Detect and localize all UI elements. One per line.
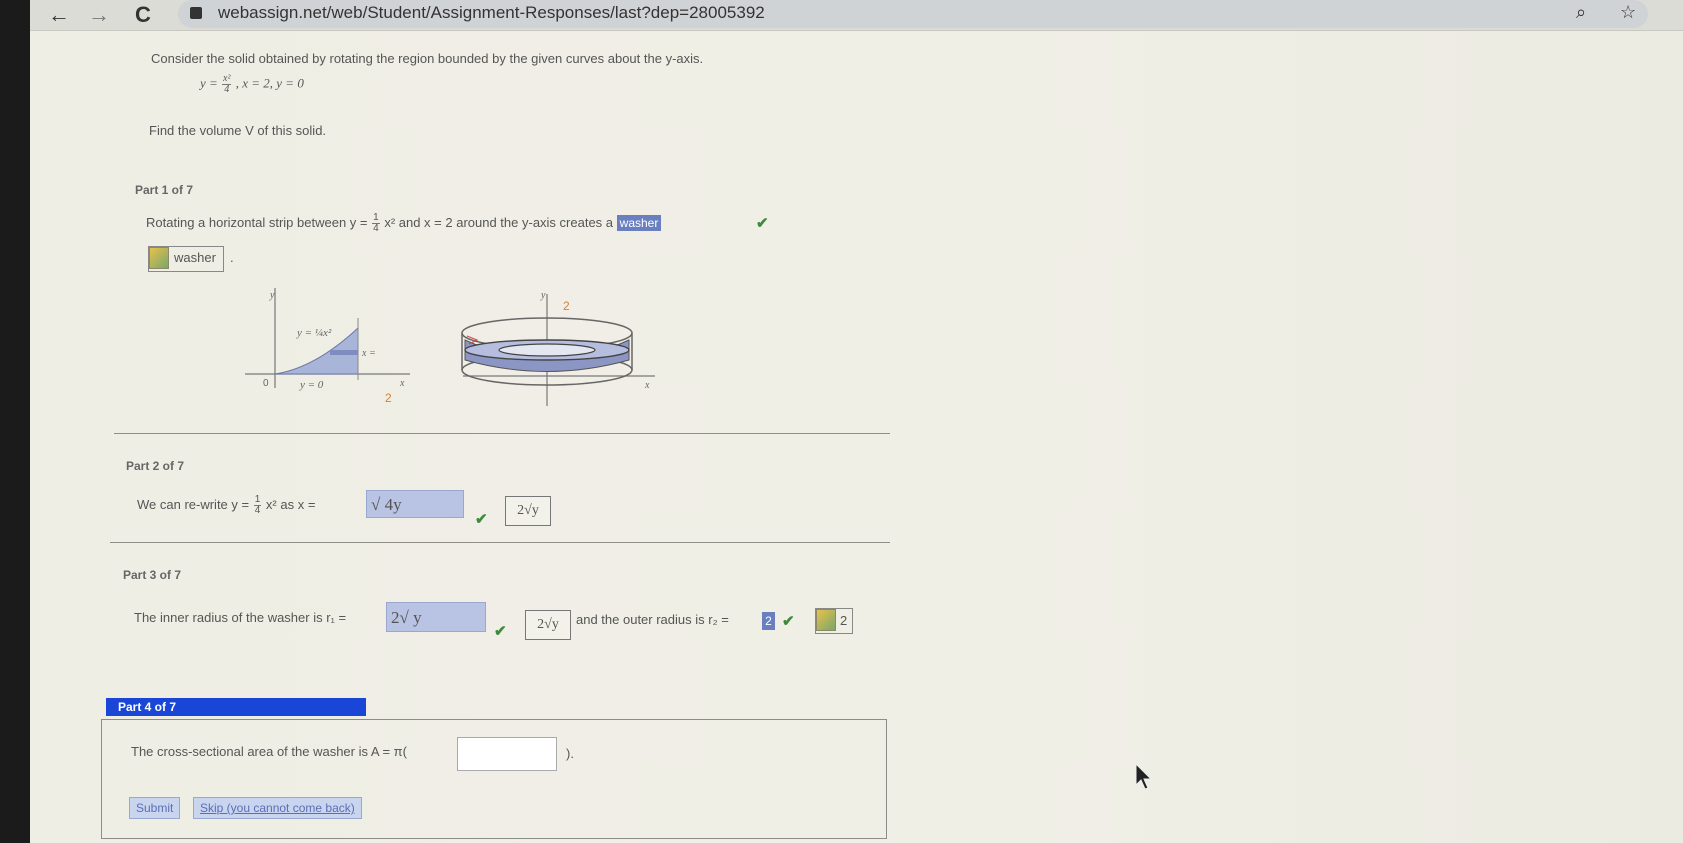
divider <box>110 542 890 543</box>
screen-bezel <box>0 0 30 843</box>
url-text[interactable]: webassign.net/web/Student/Assignment-Res… <box>218 3 765 23</box>
forward-arrow-icon[interactable]: → <box>88 2 110 28</box>
part4-header: Part 4 of 7 <box>106 698 366 716</box>
part3-outer-key-answer: 2 <box>840 613 848 628</box>
solid-two-label: 2 <box>563 299 570 313</box>
problem-find: Find the volume V of this solid. <box>149 123 327 138</box>
region-graph: y y = ¼x² x = y = 0 0 x 2 <box>245 288 410 405</box>
washer-solid-graph: y 2 x <box>461 290 655 406</box>
part2-sentence: We can re-write y = 1 4 x² as x = <box>137 494 316 516</box>
part2-answer-field[interactable]: √ 4y <box>366 490 464 518</box>
part2-key-answer: 2√y <box>505 496 551 526</box>
part1-label: Part 1 of 7 <box>135 183 194 197</box>
horizontal-strip <box>330 350 358 355</box>
part3-outer-answer[interactable]: 2 <box>762 612 775 630</box>
key-icon <box>816 609 836 631</box>
part3-inner-key-answer: 2√y <box>525 610 571 640</box>
skip-button[interactable]: Skip (you cannot come back) <box>193 797 362 819</box>
check-icon: ✔ <box>494 623 507 640</box>
key-icon <box>149 247 169 269</box>
mouse-cursor-icon <box>1135 763 1153 790</box>
part1-period: . <box>230 250 234 265</box>
part1-key-answer: washer <box>174 250 216 265</box>
graph-y0-label: y = 0 <box>299 379 324 391</box>
area-answer-input[interactable] <box>457 737 557 771</box>
back-arrow-icon[interactable]: ← <box>48 2 70 28</box>
washer-ring-inner <box>498 343 596 357</box>
graph-y-label: y <box>269 290 275 301</box>
divider <box>114 433 890 434</box>
part3-inner-answer-field[interactable]: 2√ y <box>386 602 486 632</box>
problem-intro: Consider the solid obtained by rotating … <box>151 51 704 66</box>
graph-origin-label: 0 <box>263 378 269 389</box>
part2-label: Part 2 of 7 <box>126 459 185 473</box>
graph-curve-label: y = ¼x² <box>296 327 332 339</box>
reload-icon[interactable]: C <box>135 2 151 28</box>
zoom-icon[interactable]: ⌕ <box>1576 2 1586 23</box>
graph-two-label: 2 <box>385 391 392 405</box>
part1-answer[interactable]: washer <box>616 214 662 231</box>
lock-icon <box>190 7 202 19</box>
check-icon: ✔ <box>756 215 769 232</box>
graph-x-label: x <box>399 378 405 389</box>
check-icon: ✔ <box>475 511 488 528</box>
submit-button[interactable]: Submit <box>129 797 181 819</box>
graph-x-eq-label: x = <box>361 348 376 359</box>
solid-y-label: y <box>540 290 546 301</box>
part3-text-b: and the outer radius is r₂ = <box>576 612 729 627</box>
part4-text-a: The cross-sectional area of the washer i… <box>131 744 407 759</box>
problem-equations: y = x² 4 , x = 2, y = 0 <box>200 74 304 95</box>
part1-sentence: Rotating a horizontal strip between y = … <box>146 213 662 234</box>
part3-label: Part 3 of 7 <box>123 568 182 582</box>
part4-text-b: ). <box>566 746 574 761</box>
eq-fraction: x² 4 <box>222 73 232 95</box>
eq-rest: , x = 2, y = 0 <box>235 75 304 91</box>
star-icon[interactable]: ☆ <box>1620 2 1636 23</box>
check-icon: ✔ <box>782 613 795 630</box>
part3-text-a: The inner radius of the washer is r₁ = <box>134 610 347 625</box>
eq-y: y = <box>200 75 218 91</box>
solid-x-label: x <box>644 380 650 391</box>
